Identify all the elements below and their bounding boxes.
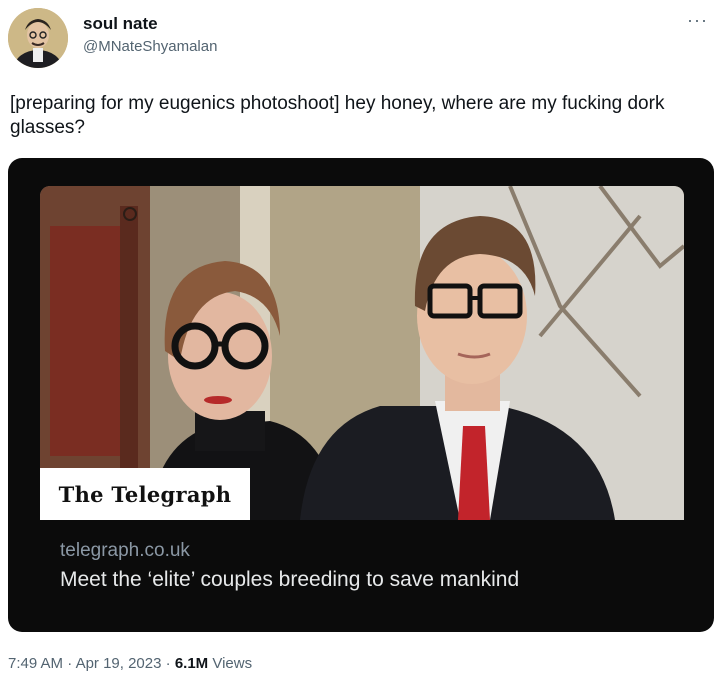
tweet-time[interactable]: 7:49 AM — [8, 655, 63, 672]
tweet-header: soul nate @MNateShyamalan ··· — [8, 8, 712, 70]
display-name[interactable]: soul nate — [83, 14, 158, 34]
views-count[interactable]: 6.1M — [175, 655, 208, 672]
avatar[interactable] — [8, 8, 68, 68]
views-label: Views — [212, 655, 253, 672]
link-card[interactable]: The Telegraph telegraph.co.uk Meet the ‘… — [8, 158, 714, 632]
card-domain[interactable]: telegraph.co.uk — [60, 540, 190, 562]
tweet-date[interactable]: Apr 19, 2023 — [76, 655, 162, 672]
card-headline[interactable]: Meet the ‘elite’ couples breeding to sav… — [60, 568, 519, 592]
tweet-meta: 7:49 AM · Apr 19, 2023 · 6.1M Views — [8, 655, 252, 672]
meta-separator: · — [165, 655, 171, 672]
card-image[interactable]: The Telegraph — [40, 186, 684, 520]
telegraph-logo: The Telegraph — [40, 468, 250, 520]
telegraph-logo-text: The Telegraph — [58, 481, 232, 507]
user-handle[interactable]: @MNateShyamalan — [83, 38, 217, 55]
more-horizontal-icon[interactable]: ··· — [687, 10, 708, 31]
avatar-image — [8, 8, 68, 68]
tweet-text: [preparing for my eugenics photoshoot] h… — [10, 93, 665, 138]
meta-separator: · — [67, 655, 73, 672]
